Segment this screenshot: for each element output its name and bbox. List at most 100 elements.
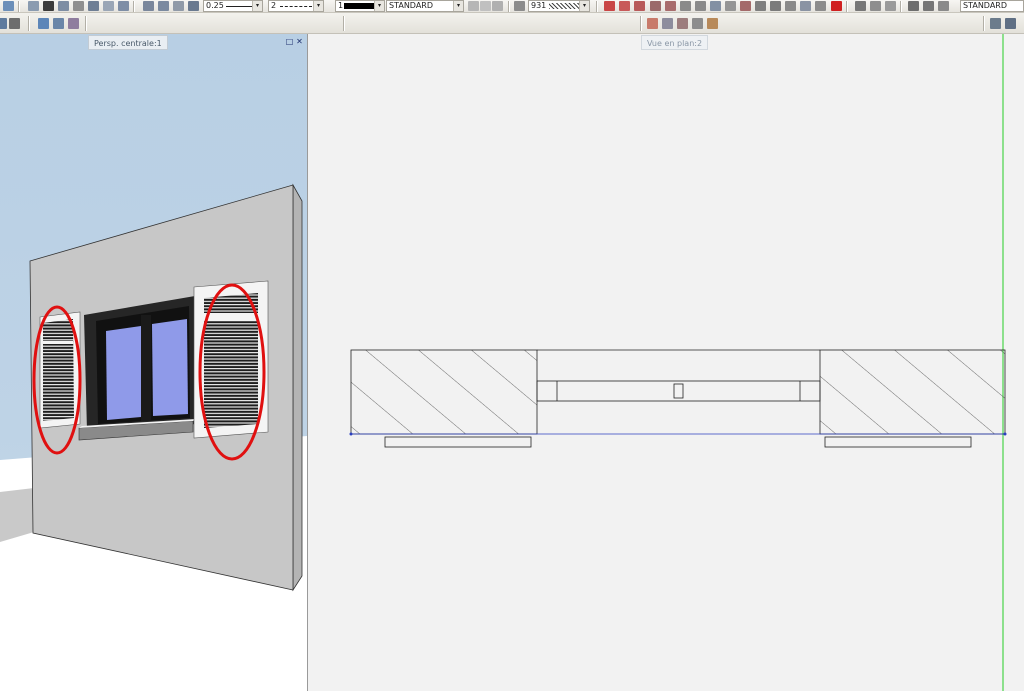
toolbar-separator — [983, 16, 985, 31]
draw-red-icon[interactable] — [634, 1, 645, 11]
offset-icon[interactable] — [785, 1, 796, 11]
stairs-icon[interactable] — [755, 1, 766, 11]
hatch-icon[interactable] — [514, 1, 525, 11]
pen-icon[interactable] — [143, 1, 154, 11]
draw-red-icon[interactable] — [604, 1, 615, 11]
chevron-down-icon[interactable]: ▾ — [374, 1, 384, 11]
grid-icon[interactable] — [908, 1, 919, 11]
left-wall-section — [350, 349, 538, 435]
chevron-down-icon[interactable]: ▾ — [313, 1, 323, 11]
pencil-icon[interactable] — [990, 18, 1001, 29]
layers-icon[interactable] — [9, 18, 20, 29]
perspective-scene — [0, 183, 307, 691]
draw-red-icon[interactable] — [619, 1, 630, 11]
dimension-icon[interactable] — [28, 1, 39, 11]
layer-visibility-icon[interactable] — [468, 1, 479, 11]
main-toolbar: 0.25 ▾ 2 ▾ 1 ▾ STANDARD ▾ 931 ▾ STANDARD — [0, 0, 1024, 13]
toolbar-separator — [900, 1, 902, 12]
mirror-icon[interactable] — [695, 1, 706, 11]
toolbar-separator — [28, 16, 30, 31]
cut-icon[interactable] — [43, 1, 54, 11]
triangle-icon[interactable] — [173, 1, 184, 11]
plan-view-tab[interactable]: Vue en plan:2 — [641, 35, 709, 50]
line-type-sample — [280, 6, 312, 7]
chevron-down-icon[interactable]: ▾ — [453, 1, 463, 11]
object-tool-icon[interactable] — [707, 18, 718, 29]
open-icon[interactable] — [0, 18, 7, 29]
paste-icon[interactable] — [73, 1, 84, 11]
perspective-viewport[interactable]: Persp. centrale:1 — [0, 34, 307, 691]
group-icon[interactable] — [800, 1, 811, 11]
toolbar-separator — [508, 1, 510, 12]
print-icon[interactable] — [88, 1, 99, 11]
line-type-value: 2 — [271, 1, 277, 10]
zoom-icon[interactable] — [103, 1, 114, 11]
pen-select[interactable]: 1 ▾ — [335, 0, 385, 12]
save-icon[interactable] — [38, 18, 49, 29]
right-layer-value: STANDARD — [963, 1, 1008, 10]
snap-icon[interactable] — [870, 1, 881, 11]
pen-value: 1 — [338, 1, 344, 10]
mirror-icon[interactable] — [725, 1, 736, 11]
brush-icon[interactable] — [158, 1, 169, 11]
stretch-icon[interactable] — [770, 1, 781, 11]
measure-icon[interactable] — [1005, 18, 1016, 29]
chevron-down-icon[interactable]: ▾ — [252, 1, 262, 11]
snap-point[interactable] — [1003, 432, 1007, 436]
toolbar-separator — [596, 1, 598, 12]
lightbulb-icon[interactable] — [480, 1, 491, 11]
toolbar-separator — [343, 16, 345, 31]
right-shutter-plan — [824, 436, 972, 448]
chevron-down-icon[interactable]: ▾ — [579, 1, 589, 11]
toolbar-separator — [133, 1, 135, 12]
window-mullion-plan — [673, 383, 684, 399]
right-layer-select[interactable]: STANDARD — [960, 0, 1024, 12]
draw-tool-icon[interactable] — [650, 1, 661, 11]
wall-tool-icon[interactable] — [647, 18, 658, 29]
grid-icon[interactable] — [923, 1, 934, 11]
new-file-icon[interactable] — [3, 1, 14, 11]
secondary-toolbar — [0, 13, 1024, 34]
layer-select[interactable]: STANDARD ▾ — [386, 0, 464, 12]
plan-viewport[interactable]: Vue en plan:2 — [307, 34, 1024, 691]
copy-element-icon[interactable] — [710, 1, 721, 11]
array-icon[interactable] — [740, 1, 751, 11]
line-weight-value: 0.25 — [206, 1, 224, 10]
layer-lock-icon[interactable] — [492, 1, 503, 11]
snap-icon[interactable] — [855, 1, 866, 11]
perspective-view-tab[interactable]: Persp. centrale:1 — [88, 35, 168, 50]
hatch-sample — [549, 3, 579, 9]
line-weight-sample — [226, 6, 252, 7]
window-glass-left — [106, 326, 141, 420]
draw-tool-icon[interactable] — [665, 1, 676, 11]
door-tool-icon[interactable] — [677, 18, 688, 29]
save-as-icon[interactable] — [53, 18, 64, 29]
line-weight-select[interactable]: 0.25 ▾ — [203, 0, 263, 12]
right-shutter-rail — [204, 313, 258, 321]
restore-window-icon[interactable]: □ — [285, 37, 294, 46]
eyedropper-icon[interactable] — [188, 1, 199, 11]
snap-icon[interactable] — [885, 1, 896, 11]
layer-value: STANDARD — [389, 1, 434, 10]
pen-color-swatch — [344, 3, 374, 9]
window-tool-icon[interactable] — [662, 18, 673, 29]
close-view-icon[interactable]: ✕ — [295, 37, 304, 46]
toolbar-separator — [640, 16, 642, 31]
diamond-icon[interactable] — [938, 1, 949, 11]
roof-tool-icon[interactable] — [692, 18, 703, 29]
window-mullion — [141, 315, 151, 421]
line-type-select[interactable]: 2 ▾ — [268, 0, 324, 12]
mirror-icon[interactable] — [680, 1, 691, 11]
toolbar-separator — [846, 1, 848, 12]
hatch-select[interactable]: 931 ▾ — [528, 0, 590, 12]
toolbar-separator — [18, 1, 20, 12]
cube-icon[interactable] — [118, 1, 129, 11]
ungroup-icon[interactable] — [815, 1, 826, 11]
snap-point[interactable] — [349, 432, 353, 436]
properties-icon[interactable] — [68, 18, 79, 29]
copy-icon[interactable] — [58, 1, 69, 11]
delete-icon[interactable] — [831, 1, 842, 11]
left-shutter-louvers — [43, 319, 74, 421]
window-glass-right — [152, 319, 188, 416]
left-shutter-plan — [384, 436, 532, 448]
